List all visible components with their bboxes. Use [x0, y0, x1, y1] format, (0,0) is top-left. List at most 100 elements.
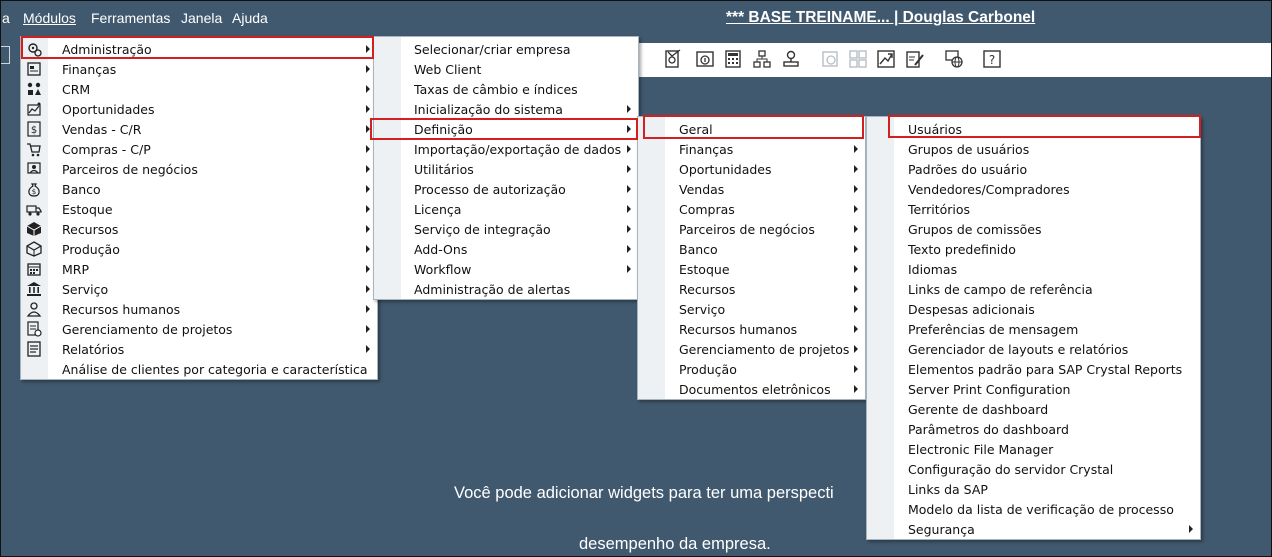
definicao-item-vendas[interactable]: Vendas: [638, 179, 865, 199]
modules-item-analise-de-clientes-por-categoria-e-caracteristica[interactable]: Análise de clientes por categoria e cara…: [21, 359, 377, 379]
admin-item-servico-de-integracao[interactable]: Serviço de integração: [374, 219, 638, 239]
admin-item-importacao-exportacao-de-dados[interactable]: Importação/exportação de dados: [374, 139, 638, 159]
geral-item-territorios[interactable]: Territórios: [867, 199, 1200, 219]
geral-item-electronic-file-manager[interactable]: Electronic File Manager: [867, 439, 1200, 459]
modules-item-gerenciamento-de-projetos[interactable]: Gerenciamento de projetos: [21, 319, 377, 339]
svg-text:$: $: [32, 188, 36, 196]
modules-item-recursos-humanos[interactable]: Recursos humanos: [21, 299, 377, 319]
geral-item-idiomas[interactable]: Idiomas: [867, 259, 1200, 279]
doc-info-icon[interactable]: [695, 49, 715, 69]
menu-janela[interactable]: Janela: [181, 10, 222, 26]
definicao-item-documentos-eletronicos[interactable]: Documentos eletrônicos: [638, 379, 865, 399]
collapsed-panel-handle[interactable]: [0, 46, 10, 64]
calculator-icon[interactable]: [723, 49, 743, 69]
geral-item-elementos-padrao-para-sap-crystal-reports[interactable]: Elementos padrão para SAP Crystal Report…: [867, 359, 1200, 379]
geral-item-grupos-de-usuarios[interactable]: Grupos de usuários: [867, 139, 1200, 159]
geral-item-modelo-da-lista-de-verificacao-de-processo[interactable]: Modelo da lista de verificação de proces…: [867, 499, 1200, 519]
geral-item-links-de-campo-de-referencia[interactable]: Links de campo de referência: [867, 279, 1200, 299]
admin-item-web-client[interactable]: Web Client: [374, 59, 638, 79]
definicao-item-gerenciamento-de-projetos[interactable]: Gerenciamento de projetos: [638, 339, 865, 359]
definicao-item-financas[interactable]: Finanças: [638, 139, 865, 159]
geral-item-grupos-de-comissoes[interactable]: Grupos de comissões: [867, 219, 1200, 239]
menu-item-partial[interactable]: a: [2, 10, 10, 26]
modules-item-servico[interactable]: Serviço: [21, 279, 377, 299]
definicao-item-servico[interactable]: Serviço: [638, 299, 865, 319]
menu-item-label: Serviço: [679, 302, 726, 317]
menu-item-label: Administração: [62, 42, 152, 57]
edit-doc-icon[interactable]: [905, 49, 925, 69]
menu-item-label: Banco: [679, 242, 718, 257]
box-icon: [26, 221, 42, 237]
modules-item-producao[interactable]: Produção: [21, 239, 377, 259]
definicao-item-oportunidades[interactable]: Oportunidades: [638, 159, 865, 179]
network-icon[interactable]: [752, 49, 772, 69]
help-icon[interactable]: ?: [982, 49, 1002, 69]
geral-item-seguranca[interactable]: Segurança: [867, 519, 1200, 539]
geral-item-parametros-do-dashboard[interactable]: Parâmetros do dashboard: [867, 419, 1200, 439]
submenu-arrow-icon: [366, 185, 370, 193]
modules-item-vendas-c-r[interactable]: $ Vendas - C/R: [21, 119, 377, 139]
modules-item-banco[interactable]: $ Banco: [21, 179, 377, 199]
geral-item-gerenciador-de-layouts-e-relatorios[interactable]: Gerenciador de layouts e relatórios: [867, 339, 1200, 359]
admin-item-administracao-de-alertas[interactable]: Administração de alertas: [374, 279, 638, 299]
window-title: *** BASE TREINAME... | Douglas Carbonel: [726, 9, 1036, 26]
modules-item-relatorios[interactable]: Relatórios: [21, 339, 377, 359]
menu-item-label: CRM: [62, 82, 91, 97]
geral-item-gerente-de-dashboard[interactable]: Gerente de dashboard: [867, 399, 1200, 419]
globe-icon[interactable]: [944, 49, 964, 69]
definicao-item-recursos-humanos[interactable]: Recursos humanos: [638, 319, 865, 339]
menu-item-label: Gerente de dashboard: [908, 402, 1049, 417]
submenu-arrow-icon: [854, 365, 858, 373]
geral-item-despesas-adicionais[interactable]: Despesas adicionais: [867, 299, 1200, 319]
definicao-item-parceiros-de-negocios[interactable]: Parceiros de negócios: [638, 219, 865, 239]
admin-item-selecionar-criar-empresa[interactable]: Selecionar/criar empresa: [374, 39, 638, 59]
geral-item-vendedores-compradores[interactable]: Vendedores/Compradores: [867, 179, 1200, 199]
modules-item-crm[interactable]: CRM: [21, 79, 377, 99]
menu-bar: a Módulos Ferramentas Janela Ajuda *** B…: [0, 0, 1272, 34]
partners-icon: [26, 161, 42, 177]
admin-item-definicao[interactable]: Definição: [374, 119, 638, 139]
definicao-item-recursos[interactable]: Recursos: [638, 279, 865, 299]
geral-item-texto-predefinido[interactable]: Texto predefinido: [867, 239, 1200, 259]
definicao-item-estoque[interactable]: Estoque: [638, 259, 865, 279]
admin-item-utilitarios[interactable]: Utilitários: [374, 159, 638, 179]
grid-disabled-icon[interactable]: [848, 49, 868, 69]
geral-item-server-print-configuration[interactable]: Server Print Configuration: [867, 379, 1200, 399]
submenu-arrow-icon: [366, 205, 370, 213]
definicao-item-geral[interactable]: Geral: [638, 119, 865, 139]
menu-ajuda[interactable]: Ajuda: [232, 10, 268, 26]
admin-item-licenca[interactable]: Licença: [374, 199, 638, 219]
definicao-item-producao[interactable]: Produção: [638, 359, 865, 379]
definicao-item-compras[interactable]: Compras: [638, 199, 865, 219]
admin-item-add-ons[interactable]: Add-Ons: [374, 239, 638, 259]
settings-disabled-icon[interactable]: [820, 49, 840, 69]
approve-doc-icon[interactable]: [663, 49, 683, 69]
modules-item-compras-c-p[interactable]: Compras - C/P: [21, 139, 377, 159]
modules-item-oportunidades[interactable]: Oportunidades: [21, 99, 377, 119]
geral-item-links-da-sap[interactable]: Links da SAP: [867, 479, 1200, 499]
menu-modulos[interactable]: Módulos: [23, 10, 76, 26]
admin-item-taxas-de-cambio-e-indices[interactable]: Taxas de câmbio e índices: [374, 79, 638, 99]
menu-item-label: Add-Ons: [414, 242, 468, 257]
definicao-item-banco[interactable]: Banco: [638, 239, 865, 259]
modules-item-parceiros-de-negocios[interactable]: Parceiros de negócios: [21, 159, 377, 179]
menu-item-label: Recursos humanos: [679, 322, 798, 337]
geral-item-usuarios[interactable]: Usuários: [867, 119, 1200, 139]
modules-item-estoque[interactable]: Estoque: [21, 199, 377, 219]
menu-ferramentas[interactable]: Ferramentas: [91, 10, 170, 26]
geral-item-padroes-do-usuario[interactable]: Padrões do usuário: [867, 159, 1200, 179]
admin-item-inicializacao-do-sistema[interactable]: Inicialização do sistema: [374, 99, 638, 119]
submenu-arrow-icon: [854, 145, 858, 153]
menu-item-label: Selecionar/criar empresa: [414, 42, 571, 57]
export-chart-icon[interactable]: [876, 49, 896, 69]
modules-item-administracao[interactable]: Administração: [21, 39, 377, 59]
geral-item-configuracao-do-servidor-crystal[interactable]: Configuração do servidor Crystal: [867, 459, 1200, 479]
user-stamp-icon[interactable]: [781, 49, 801, 69]
modules-item-financas[interactable]: Finanças: [21, 59, 377, 79]
modules-item-mrp[interactable]: MRP: [21, 259, 377, 279]
admin-item-workflow[interactable]: Workflow: [374, 259, 638, 279]
admin-item-processo-de-autorizacao[interactable]: Processo de autorização: [374, 179, 638, 199]
geral-item-preferencias-de-mensagem[interactable]: Preferências de mensagem: [867, 319, 1200, 339]
submenu-arrow-icon: [366, 265, 370, 273]
modules-item-recursos[interactable]: Recursos: [21, 219, 377, 239]
